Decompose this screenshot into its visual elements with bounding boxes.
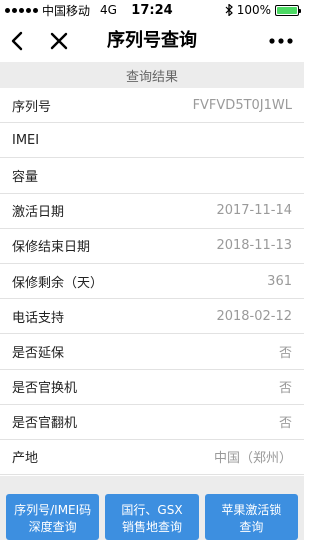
row-value: 否 (278, 381, 292, 397)
row-label: 是否官翻机 (12, 416, 78, 432)
row-value: 否 (278, 416, 292, 432)
button-line2: 深度查询 (28, 520, 77, 534)
nav-bar: 序列号查询 (0, 20, 304, 62)
row-label: 是否延保 (12, 345, 65, 361)
button-line1: 序列号/IMEI码 (14, 503, 92, 517)
result-list: 序列号 FVFVD5T0J1WL IMEI 容量 激活日期 2017-11-14… (0, 88, 304, 476)
row-value: 2018-02-12 (216, 308, 292, 324)
result-row-origin: 产地 中国（郑州） (0, 439, 304, 476)
row-label: 电话支持 (12, 310, 65, 326)
result-row-phone-support: 电话支持 2018-02-12 (0, 299, 304, 335)
row-label: 保修结束日期 (12, 240, 91, 256)
status-right: 100% (225, 0, 301, 20)
battery-percent: 100% (236, 3, 271, 17)
sales-region-query-button[interactable]: 国行、GSX 销售地查询 (105, 494, 199, 540)
row-value: 2017-11-14 (216, 203, 292, 219)
result-row-extended-warranty: 是否延保 否 (0, 334, 304, 370)
deep-query-button[interactable]: 序列号/IMEI码 深度查询 (6, 494, 100, 540)
battery-icon (275, 4, 301, 16)
button-line1: 苹果激活锁 (221, 503, 282, 517)
row-label: 保修剩余（天） (12, 275, 104, 291)
section-title: 查询结果 (125, 69, 178, 85)
page-title: 序列号查询 (107, 30, 197, 51)
result-row-serial: 序列号 FVFVD5T0J1WL (0, 88, 304, 124)
button-line2: 查询 (239, 520, 264, 534)
row-label: IMEI (12, 132, 40, 148)
result-row-imei: IMEI (0, 123, 304, 159)
result-row-warranty-days: 保修剩余（天） 361 (0, 263, 304, 300)
status-bar: 中国移动 4G 17:24 100% (0, 0, 304, 20)
row-label: 是否官换机 (12, 381, 78, 397)
row-value: 2018-11-13 (216, 238, 292, 254)
bluetooth-icon (225, 4, 233, 16)
more-dots-icon (269, 38, 293, 44)
activation-lock-query-button[interactable]: 苹果激活锁 查询 (204, 494, 298, 540)
result-row-replacement: 是否官换机 否 (0, 369, 304, 405)
row-value: 中国（郑州） (213, 451, 292, 467)
result-row-refurbished: 是否官翻机 否 (0, 404, 304, 440)
row-value: FVFVD5T0J1WL (192, 97, 292, 113)
button-line2: 销售地查询 (121, 520, 182, 534)
more-button[interactable] (266, 20, 296, 62)
row-label: 产地 (12, 451, 39, 467)
section-header: 查询结果 (0, 62, 304, 88)
row-value: 否 (278, 345, 292, 361)
row-label: 激活日期 (12, 205, 65, 221)
result-row-activation-date: 激活日期 2017-11-14 (0, 193, 304, 229)
button-line1: 国行、GSX (121, 503, 183, 517)
result-row-warranty-end: 保修结束日期 2018-11-13 (0, 228, 304, 264)
action-bar: 序列号/IMEI码 深度查询 国行、GSX 销售地查询 苹果激活锁 查询 (0, 476, 304, 540)
result-row-capacity: 容量 (0, 158, 304, 194)
row-label: 序列号 (12, 99, 52, 115)
row-label: 容量 (12, 169, 39, 185)
row-value: 361 (267, 273, 292, 289)
